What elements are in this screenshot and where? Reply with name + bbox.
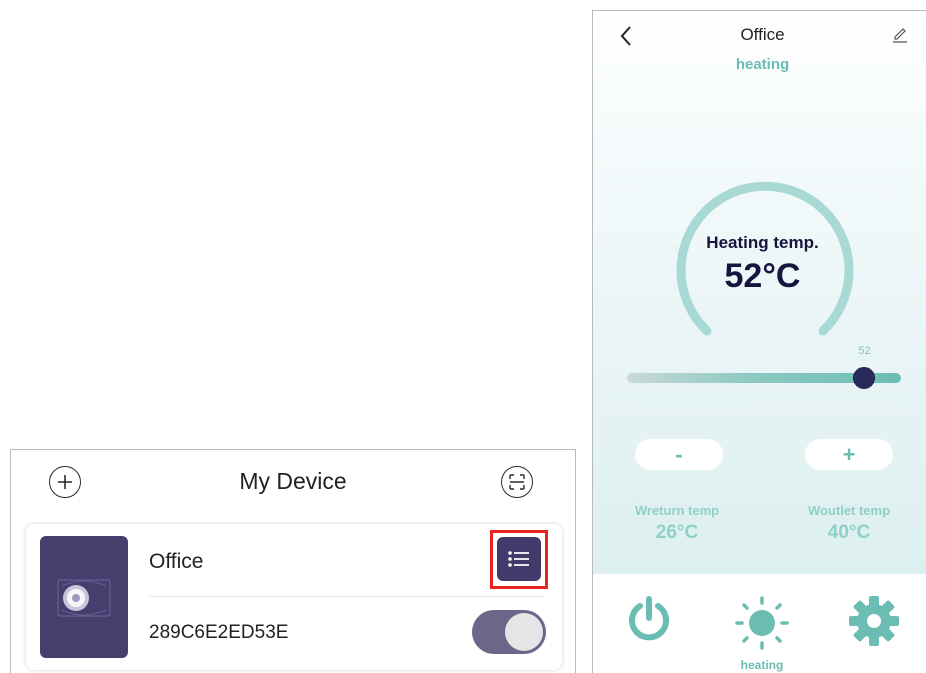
return-temp-label: Wreturn temp xyxy=(634,503,720,518)
toggle-knob xyxy=(505,613,543,651)
gauge-label: Heating temp. xyxy=(706,233,819,252)
device-id: 289C6E2ED53E xyxy=(149,622,289,643)
heating-mode-button[interactable] xyxy=(733,594,791,657)
scan-frame-icon xyxy=(509,474,525,490)
power-icon xyxy=(629,596,669,641)
device-name: Office xyxy=(149,550,204,573)
thermostat-panel: Office heating Heating temp. 52°C 52 - +… xyxy=(592,10,926,673)
page-title: Office xyxy=(740,25,785,44)
pencil-icon xyxy=(893,28,907,43)
temperature-slider[interactable]: 52 xyxy=(627,345,901,389)
device-image xyxy=(40,536,128,658)
increase-button[interactable]: + xyxy=(805,439,893,470)
divider xyxy=(149,596,544,597)
device-menu-highlight xyxy=(490,530,548,589)
outlet-temp-value: 40°C xyxy=(827,522,871,543)
mode-status: heating xyxy=(735,56,790,73)
device-card[interactable]: Office 289C6E2ED53E xyxy=(26,524,562,670)
heating-mode-label: heating xyxy=(740,658,784,672)
outlet-temp: Woutlet temp 40°C xyxy=(797,503,901,544)
slider-value-label: 52 xyxy=(858,345,871,357)
gauge-value: 52°C xyxy=(724,257,801,295)
device-menu-button[interactable] xyxy=(497,537,541,581)
settings-button[interactable] xyxy=(847,594,901,653)
power-button[interactable] xyxy=(625,594,673,647)
device-power-toggle[interactable] xyxy=(472,610,546,654)
sun-icon xyxy=(735,596,789,650)
return-temp-value: 26°C xyxy=(655,522,699,543)
return-temp: Wreturn temp 26°C xyxy=(627,503,727,544)
my-device-panel: My Device Office 289C6E2ED53E xyxy=(10,449,576,673)
scan-button[interactable] xyxy=(501,466,533,498)
page-title: My Device xyxy=(239,468,347,494)
outlet-temp-label: Woutlet temp xyxy=(807,503,891,518)
edit-button[interactable] xyxy=(891,25,909,48)
bottom-nav: heating xyxy=(593,574,926,673)
slider-thumb[interactable] xyxy=(853,367,876,389)
list-icon xyxy=(508,551,529,567)
my-device-header: My Device xyxy=(11,450,575,516)
decrease-button[interactable]: - xyxy=(635,439,723,470)
gear-icon xyxy=(849,596,899,646)
